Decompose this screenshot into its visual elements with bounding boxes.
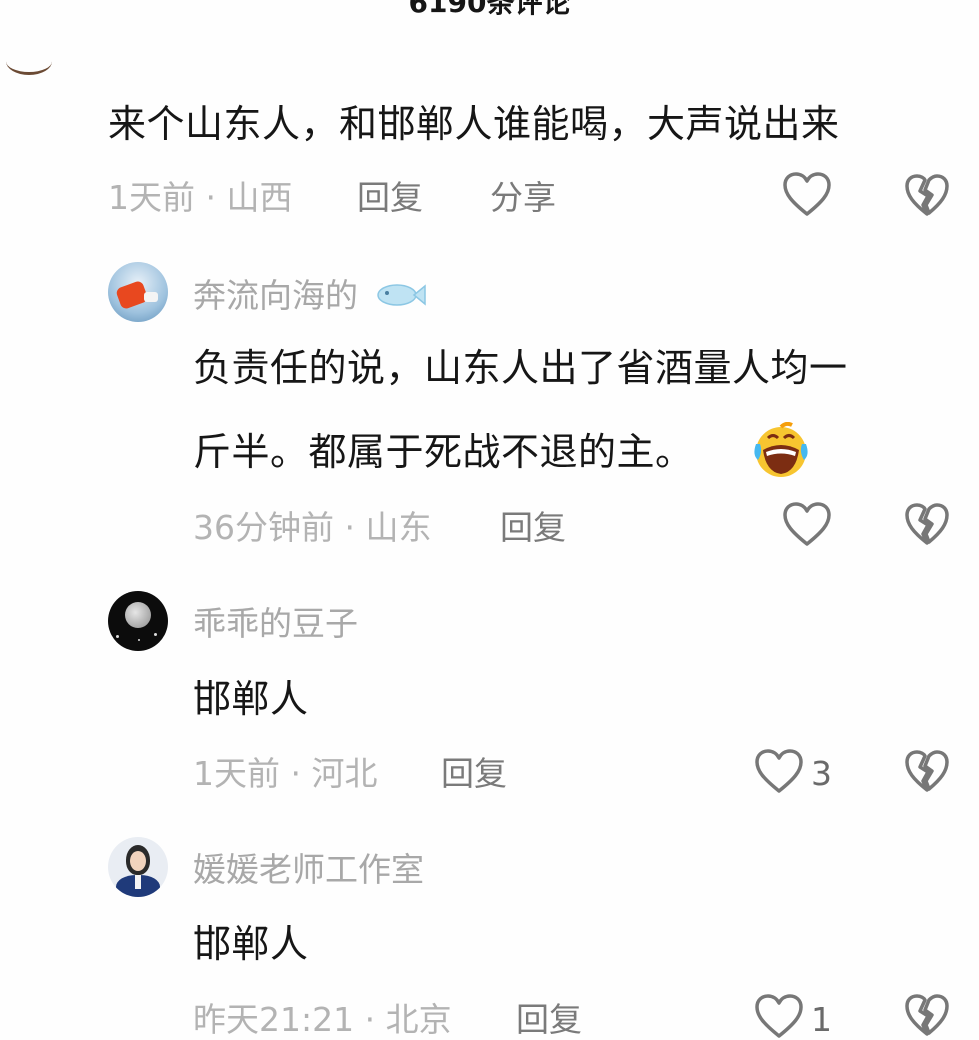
like-count: 1 [811,1000,832,1039]
like-heart-icon[interactable] [782,502,832,548]
reply-text-line: 斤半。都属于死战不退的主。 [193,430,694,474]
share-button[interactable]: 分享 [490,178,556,218]
reply-meta: 1天前 · 河北 [193,754,378,793]
avatar[interactable] [108,837,168,897]
dislike-broken-heart-icon[interactable] [904,174,950,218]
like-count: 3 [811,754,832,793]
username[interactable]: 媛媛老师工作室 [193,850,424,890]
reply-meta: 36分钟前 · 山东 [193,508,432,547]
reply-button[interactable]: 回复 [441,754,507,794]
comment-meta: 1天前 · 山西 [108,178,293,217]
reply-meta: 昨天21:21 · 北京 [193,1000,452,1039]
reply-button[interactable]: 回复 [500,508,566,548]
username[interactable]: 乖乖的豆子 [193,604,358,644]
like-heart-icon[interactable] [782,172,832,218]
username[interactable]: 奔流向海的 [193,276,358,316]
reply-button[interactable]: 回复 [357,178,423,218]
reply-text-line: 负责任的说，山东人出了省酒量人均一 [193,346,848,390]
reply-text: 邯郸人 [193,922,309,966]
comment-text: 来个山东人，和邯郸人谁能喝，大声说出来 [108,102,840,146]
dislike-broken-heart-icon[interactable] [904,503,950,547]
reply-text: 邯郸人 [193,677,309,721]
dislike-broken-heart-icon[interactable] [904,750,950,794]
comment-count-title: 6190条评论 [408,0,571,19]
avatar[interactable] [108,262,168,322]
like-heart-icon[interactable] [754,994,804,1040]
reply-button[interactable]: 回复 [516,1000,582,1040]
dislike-broken-heart-icon[interactable] [904,994,950,1038]
avatar[interactable] [6,48,52,75]
avatar[interactable] [108,591,168,651]
laughing-crying-emoji [750,422,810,480]
like-heart-icon[interactable] [754,749,804,795]
fish-icon [375,281,427,309]
